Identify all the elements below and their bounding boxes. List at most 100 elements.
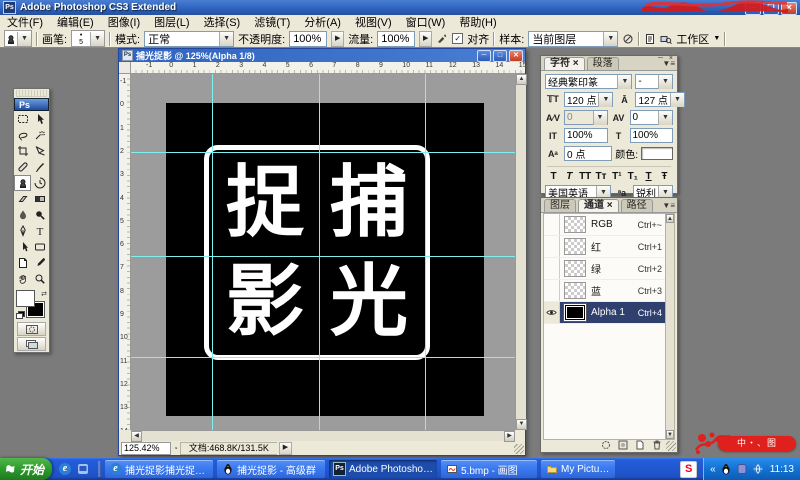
workspace-label[interactable]: 工作区 [676,31,709,47]
menu-item-1[interactable]: 编辑(E) [50,16,101,30]
guide-vertical[interactable] [425,74,426,430]
tray-ie-icon[interactable] [752,463,764,475]
shape-tool[interactable] [31,239,48,255]
text-style-button-3[interactable]: Tт [595,171,608,182]
taskbar-task-0[interactable]: e捕光捉影捕光捉影 喜... [105,460,213,478]
guide-horizontal[interactable] [131,152,515,153]
tab-layers[interactable]: 图层 [544,199,576,212]
doc-maximize-button[interactable]: □ [493,50,507,62]
tab-paragraph[interactable]: 段落 [586,57,619,70]
font-family-select[interactable]: 经典繁印篆 ▼ [545,74,633,89]
channel-thumbnail[interactable] [563,303,587,322]
qq-penguin-icon[interactable] [720,463,732,475]
quick-launch-browser-icon[interactable] [76,462,90,476]
tracking-field[interactable]: 0 ▼ [629,110,673,125]
channel-row-alpha-1[interactable]: Alpha 1 Ctrl+4 [544,302,666,324]
flow-input[interactable]: 100% [377,30,416,47]
channel-row--[interactable]: 蓝 Ctrl+3 [544,280,666,302]
text-color-swatch[interactable] [641,147,673,160]
visibility-eye-icon[interactable] [544,302,560,323]
vertical-ruler[interactable]: -101234567891011121314 [119,74,131,430]
visibility-toggle-empty[interactable] [544,258,560,279]
zoom-percentage-field[interactable]: 125.42% [121,442,171,455]
taskbar-task-3[interactable]: 5.bmp - 画图 [441,460,537,478]
load-selection-icon[interactable] [600,439,612,451]
swap-colors-icon[interactable]: ⇄ [41,290,47,298]
guide-horizontal[interactable] [131,357,515,358]
menu-item-8[interactable]: 窗口(W) [399,16,453,30]
font-style-select[interactable]: - ▼ [635,74,673,89]
tray-app-icon[interactable]: S [680,460,698,478]
panel-menu-icon[interactable]: ▼≡ [662,59,675,68]
horizontal-scale-field[interactable]: 100% [629,128,673,143]
text-style-button-0[interactable]: T [547,171,560,182]
flow-slider-button[interactable]: ▶ [419,30,433,47]
visibility-toggle-empty[interactable] [544,214,560,235]
menu-item-5[interactable]: 滤镜(T) [247,16,297,30]
ruler-corner[interactable] [119,62,131,74]
channel-row--[interactable]: 绿 Ctrl+2 [544,258,666,280]
menu-item-0[interactable]: 文件(F) [0,16,50,30]
doc-close-button[interactable]: ✕ [509,50,523,62]
text-style-button-4[interactable]: T¹ [610,171,623,182]
document-titlebar[interactable]: Ps 捕光捉影 @ 125%(Alpha 1/8) ─ □ ✕ [119,49,525,62]
opacity-slider-button[interactable]: ▶ [331,30,345,47]
brush-preset-picker[interactable]: • 5 ▼ [71,30,106,47]
pen-tool[interactable] [14,223,31,239]
text-style-button-7[interactable]: Ŧ [658,171,671,182]
lasso-tool[interactable] [14,127,31,143]
guide-vertical[interactable] [319,74,320,430]
vertical-scale-field[interactable]: 100% [564,128,608,143]
menu-item-2[interactable]: 图像(I) [101,16,147,30]
visibility-toggle-empty[interactable] [544,236,560,257]
new-channel-icon[interactable] [634,439,646,451]
channel-row-rgb[interactable]: RGB Ctrl+~ [544,214,666,236]
eraser-tool[interactable] [14,191,31,207]
rectangular-marquee-tool[interactable] [14,111,31,127]
move-tool[interactable] [31,111,48,127]
airbrush-icon[interactable] [436,33,448,45]
resize-grip[interactable] [514,444,524,454]
save-selection-as-channel-icon[interactable] [617,439,629,451]
guide-vertical[interactable] [212,74,213,430]
screen-mode-button[interactable] [17,337,46,351]
delete-channel-icon[interactable] [651,439,663,451]
type-tool[interactable]: T [31,223,48,239]
quick-mask-button[interactable] [17,322,46,336]
brush-tool[interactable] [31,159,48,175]
healing-brush-tool[interactable] [14,159,31,175]
opacity-input[interactable]: 100% [289,30,328,47]
ignore-adjustment-layers-icon[interactable] [622,33,634,45]
taskbar-task-4[interactable]: My Pictures [541,460,615,478]
text-style-button-6[interactable]: T [642,171,655,182]
blur-tool[interactable] [14,207,31,223]
menu-item-6[interactable]: 分析(A) [297,16,348,30]
tray-shield-icon[interactable] [736,463,748,475]
go-to-bridge-icon[interactable] [660,33,673,45]
tray-expand-icon[interactable]: « [710,464,716,475]
vertical-scrollbar[interactable]: ▲ ▼ [515,74,527,430]
text-style-button-5[interactable]: T₁ [626,171,639,182]
history-brush-tool[interactable] [31,175,48,191]
sample-select[interactable]: 当前图层 ▼ [528,30,619,47]
menu-item-7[interactable]: 视图(V) [348,16,399,30]
hand-tool[interactable] [14,271,31,287]
menu-item-9[interactable]: 帮助(H) [452,16,503,30]
notes-tool[interactable] [14,255,31,271]
clone-stamp-tool[interactable] [14,175,31,191]
mode-select[interactable]: 正常 ▼ [144,30,235,47]
crop-tool[interactable] [14,143,31,159]
tab-paths[interactable]: 路径 [620,199,653,212]
dodge-tool[interactable] [31,207,48,223]
horizontal-ruler[interactable]: -10123456789101112131415 [131,62,525,74]
channel-thumbnail[interactable] [564,216,586,233]
baseline-shift-field[interactable]: 0 点 [564,146,613,161]
tab-character[interactable]: 字符 × [544,57,585,70]
text-style-button-1[interactable]: T [563,171,576,182]
resize-grip[interactable] [666,441,676,451]
text-style-button-2[interactable]: TT [579,171,592,182]
channel-scrollbar[interactable]: ▲ ▼ [665,213,675,440]
menu-item-3[interactable]: 图层(L) [147,16,196,30]
menu-item-4[interactable]: 选择(S) [197,16,248,30]
default-colors-icon[interactable] [16,309,25,319]
